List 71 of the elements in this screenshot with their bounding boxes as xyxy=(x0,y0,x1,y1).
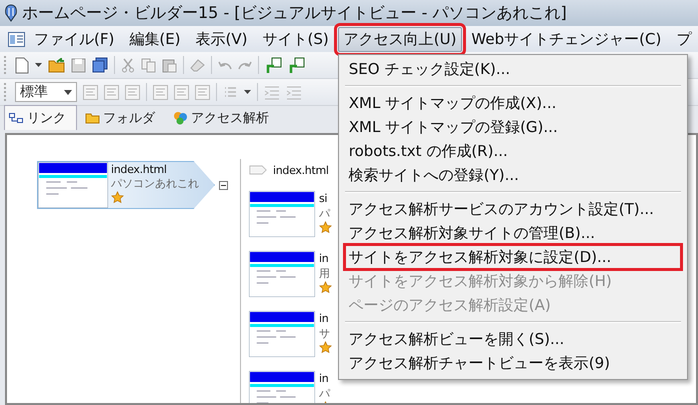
eraser-icon[interactable] xyxy=(190,58,205,72)
page-thumbnail xyxy=(249,191,315,237)
menu-bar-item[interactable]: Webサイトチェンジャー(C) xyxy=(465,26,668,52)
menu-item[interactable]: アクセス解析サービスのアカウント設定(T)... xyxy=(344,196,681,220)
menu-item[interactable]: アクセス解析対象サイトの管理(B)... xyxy=(344,220,681,244)
menu-item[interactable]: robots.txt の作成(R)... xyxy=(344,138,681,162)
paste-icon[interactable] xyxy=(162,58,177,72)
tag-icon xyxy=(249,165,267,175)
copy-icon[interactable] xyxy=(141,58,156,72)
page-filename: in xyxy=(319,311,328,326)
view-menu-icon[interactable] xyxy=(8,32,25,46)
align-icon[interactable] xyxy=(153,84,168,100)
menu-bar-item[interactable]: 編集(E) xyxy=(123,26,187,52)
page-filename: in xyxy=(319,251,328,266)
page-title: 用 xyxy=(319,266,330,281)
page-title: サ xyxy=(319,326,330,341)
menu-item[interactable]: XML サイトマップの作成(X)... xyxy=(344,90,681,114)
view-tab[interactable]: フォルダ xyxy=(81,106,165,130)
document-icon[interactable] xyxy=(15,56,29,74)
align-icon[interactable] xyxy=(83,84,98,100)
page-title: パ xyxy=(319,386,330,401)
align-icon[interactable] xyxy=(174,84,189,100)
view-tab[interactable]: リンク xyxy=(4,105,77,130)
page-thumbnail xyxy=(249,251,315,297)
link-page-icon[interactable] xyxy=(265,56,282,74)
list-icon[interactable] xyxy=(223,84,238,100)
page-filename: index.html xyxy=(111,163,167,177)
caret-icon[interactable] xyxy=(244,90,251,94)
undo-icon[interactable] xyxy=(218,60,232,70)
scissors-icon[interactable] xyxy=(121,58,135,72)
menu-bar-item[interactable]: プ xyxy=(670,26,698,52)
save-icon[interactable] xyxy=(71,58,86,72)
star-icon xyxy=(319,281,332,294)
star-icon xyxy=(111,191,124,204)
menu-item[interactable]: サイトをアクセス解析対象に設定(D)... xyxy=(344,244,681,268)
align-icon[interactable] xyxy=(104,84,119,100)
indent-icon[interactable] xyxy=(264,84,280,100)
page-thumbnail xyxy=(38,162,108,208)
colored-circles-icon xyxy=(173,111,188,125)
page-filename: si xyxy=(319,191,328,206)
menu-bar-item[interactable]: ファイル(F) xyxy=(28,26,120,52)
root-page-node[interactable]: index.html パソコンあれこれ xyxy=(37,161,215,209)
menu-item[interactable]: XML サイトマップの登録(G)... xyxy=(344,114,681,138)
window-title: ホームページ・ビルダー15 - [ビジュアルサイトビュー - パソコンあれこれ] xyxy=(22,2,567,24)
app-logo-icon xyxy=(4,4,18,22)
caret-icon[interactable] xyxy=(64,90,72,94)
redo-icon[interactable] xyxy=(238,60,252,70)
caret-icon[interactable] xyxy=(35,63,42,67)
page-title: パソコンあれこれ xyxy=(111,177,199,191)
star-icon xyxy=(319,221,332,234)
menu-bar-item[interactable]: サイト(S) xyxy=(256,26,335,52)
save-all-icon[interactable] xyxy=(92,57,108,73)
star-icon xyxy=(319,341,332,354)
menu-item[interactable]: 検索サイトへの登録(Y)... xyxy=(344,162,681,186)
collapse-toggle[interactable] xyxy=(219,181,228,190)
folder-icon[interactable] xyxy=(48,58,65,72)
align-icon[interactable] xyxy=(195,84,210,100)
align-icon[interactable] xyxy=(125,84,140,100)
folder-icon xyxy=(85,112,100,124)
paragraph-style-dropdown[interactable]: 標準 xyxy=(15,82,77,102)
menu-item[interactable]: アクセス解析ビューを開く(S)... xyxy=(344,326,681,350)
indent-icon[interactable] xyxy=(286,84,302,100)
menu-bar-item[interactable]: 表示(V) xyxy=(190,26,254,52)
menu-item[interactable]: アクセス解析チャートビューを表示(9) xyxy=(344,350,681,374)
page-filename: in xyxy=(319,371,328,386)
link-tree-icon xyxy=(9,113,24,123)
page-thumbnail xyxy=(249,311,315,357)
page-filename: index.html xyxy=(273,164,329,176)
link-page-icon[interactable] xyxy=(288,56,305,74)
page-title: パ xyxy=(319,206,330,221)
view-tab[interactable]: アクセス解析 xyxy=(169,106,279,130)
